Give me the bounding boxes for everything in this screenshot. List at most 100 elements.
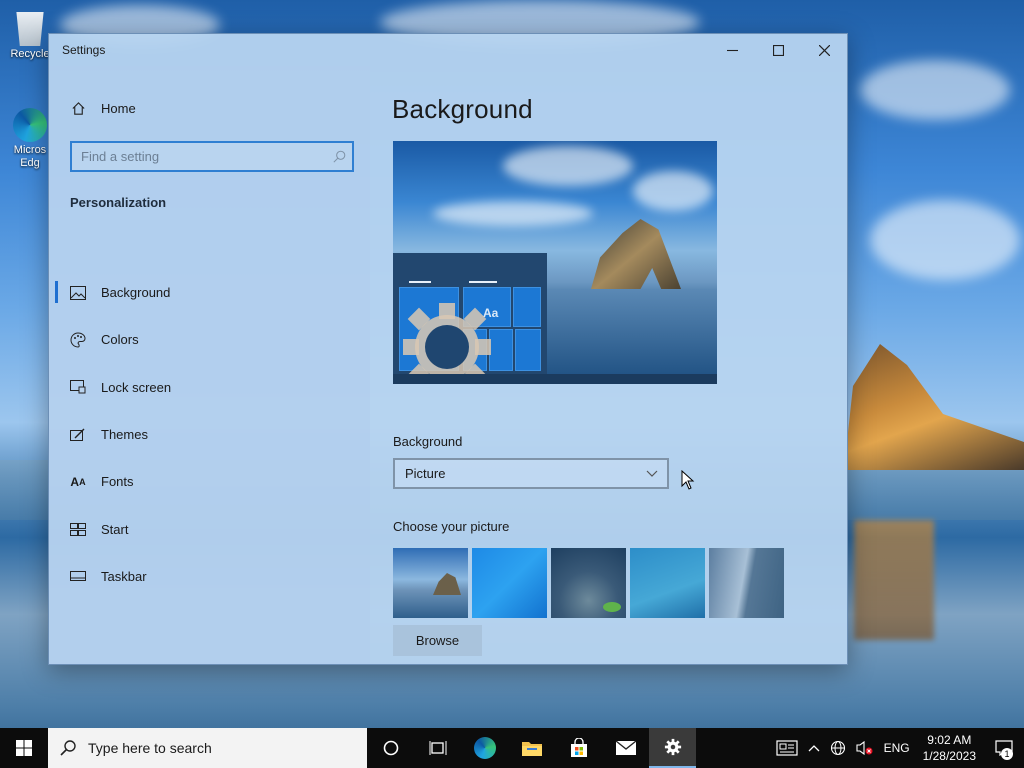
clock[interactable]: 9:02 AM 1/28/2023 <box>915 732 984 764</box>
picture-thumbnail[interactable] <box>393 548 468 618</box>
action-center-button[interactable]: 1 <box>984 728 1024 768</box>
section-title: Personalization <box>70 195 167 210</box>
taskbar-search-box[interactable]: Type here to search <box>48 728 367 768</box>
recycle-bin-desktop-icon[interactable]: Recycle <box>6 12 54 60</box>
picture-thumbnail[interactable] <box>472 548 547 618</box>
sidebar-item-label: Background <box>101 285 171 301</box>
network-button[interactable] <box>825 740 851 756</box>
sidebar-item-label: Colors <box>101 332 139 348</box>
cloud <box>860 60 1010 120</box>
system-tray: ENG 9:02 AM 1/28/2023 1 <box>771 728 1024 768</box>
sidebar-item-label: Themes <box>101 427 148 443</box>
settings-taskbar-button[interactable] <box>649 728 696 768</box>
home-nav-item[interactable]: Home <box>70 100 136 116</box>
main-content: Background Aa Background Picture Choose … <box>370 66 847 664</box>
sidebar-item-label: Start <box>101 521 129 537</box>
show-hidden-icons-button[interactable] <box>803 744 825 752</box>
minimize-button[interactable] <box>709 34 755 66</box>
start-tiles-icon <box>70 521 86 537</box>
task-view-icon <box>429 741 446 755</box>
sidebar-item-themes[interactable]: Themes <box>49 411 370 458</box>
gear-icon <box>403 303 491 384</box>
minimize-icon <box>726 49 738 51</box>
settings-search-input[interactable] <box>72 149 326 164</box>
sidebar-item-fonts[interactable]: AA Fonts <box>49 458 370 505</box>
rock-reflection <box>854 520 934 640</box>
edge-desktop-icon[interactable]: Micros Edg <box>6 108 54 170</box>
picture-thumbnail[interactable] <box>709 548 784 618</box>
chevron-up-icon <box>808 745 820 752</box>
desktop-icon-label: Recycle <box>10 48 50 60</box>
picture-thumbnails <box>393 548 784 618</box>
windows-logo-icon <box>16 740 32 756</box>
home-label: Home <box>101 100 136 116</box>
gear-icon <box>664 738 681 756</box>
background-type-dropdown[interactable]: Picture <box>393 458 669 489</box>
maximize-button[interactable] <box>755 34 801 66</box>
search-icon <box>48 740 88 756</box>
start-button[interactable] <box>0 728 48 768</box>
close-button[interactable] <box>801 34 847 66</box>
page-title: Background <box>392 94 533 124</box>
picture-thumbnail[interactable] <box>630 548 705 618</box>
brush-icon <box>70 427 86 443</box>
desktop-icon-label: Micros Edg <box>13 144 47 169</box>
rock-arch <box>591 219 681 289</box>
speaker-muted-icon <box>856 740 873 756</box>
store-bag-icon <box>570 738 587 757</box>
news-icon <box>775 740 798 756</box>
sidebar-item-label: Lock screen <box>101 379 172 395</box>
sidebar-item-start[interactable]: Start <box>49 505 370 552</box>
news-widget-button[interactable] <box>771 740 803 756</box>
clock-date: 1/28/2023 <box>922 749 976 763</box>
browse-button[interactable]: Browse <box>393 625 482 656</box>
sidebar-item-background[interactable]: Background <box>49 269 370 316</box>
picture-thumbnail[interactable] <box>551 548 626 618</box>
cortana-button[interactable] <box>367 728 414 768</box>
notification-count-badge: 1 <box>1001 748 1013 760</box>
title-bar[interactable]: Settings <box>49 34 847 66</box>
recycle-bin-icon <box>16 12 44 46</box>
home-icon <box>70 100 86 116</box>
personalization-nav: Background Colors Lock screen Themes A A… <box>49 269 370 600</box>
folder-icon <box>521 742 542 756</box>
mail-button[interactable] <box>602 728 649 768</box>
choose-picture-label: Choose your picture <box>393 519 510 534</box>
close-icon <box>818 44 830 56</box>
microsoft-store-button[interactable] <box>555 728 602 768</box>
taskbar: Type here to search ENG 9:02 AM 1/28/202… <box>0 728 1024 768</box>
background-type-label: Background <box>393 434 463 449</box>
input-language-indicator[interactable]: ENG <box>879 741 915 755</box>
dropdown-value: Picture <box>405 466 446 481</box>
settings-window: Settings Home Personalization <box>48 33 848 665</box>
sidebar-item-label: Taskbar <box>101 568 147 584</box>
sidebar: Home Personalization Background Colors <box>49 66 370 664</box>
sidebar-item-colors[interactable]: Colors <box>49 316 370 363</box>
edge-icon <box>473 737 496 759</box>
clock-time: 9:02 AM <box>927 733 972 747</box>
volume-button[interactable] <box>851 740 879 756</box>
sidebar-item-taskbar[interactable]: Taskbar <box>49 553 370 600</box>
edge-icon <box>13 108 47 142</box>
taskbar-search-placeholder: Type here to search <box>88 740 212 756</box>
task-view-button[interactable] <box>414 728 461 768</box>
rock-cliff <box>844 344 1024 470</box>
cloud <box>870 200 1020 280</box>
file-explorer-button[interactable] <box>508 728 555 768</box>
palette-icon <box>70 332 86 348</box>
font-icon: AA <box>70 474 86 489</box>
chevron-down-icon <box>646 466 658 481</box>
search-icon[interactable] <box>326 150 352 163</box>
window-title: Settings <box>62 43 106 57</box>
background-preview: Aa <box>393 141 717 384</box>
maximize-icon <box>772 44 784 56</box>
picture-icon <box>70 285 86 301</box>
taskbar-icon <box>70 568 86 584</box>
cortana-circle-icon <box>383 740 398 756</box>
sidebar-item-lock-screen[interactable]: Lock screen <box>49 364 370 411</box>
settings-search-box[interactable] <box>70 141 354 172</box>
sidebar-item-label: Fonts <box>101 474 134 490</box>
lock-screen-icon <box>70 379 86 395</box>
edge-taskbar-button[interactable] <box>461 728 508 768</box>
globe-icon <box>830 740 845 756</box>
